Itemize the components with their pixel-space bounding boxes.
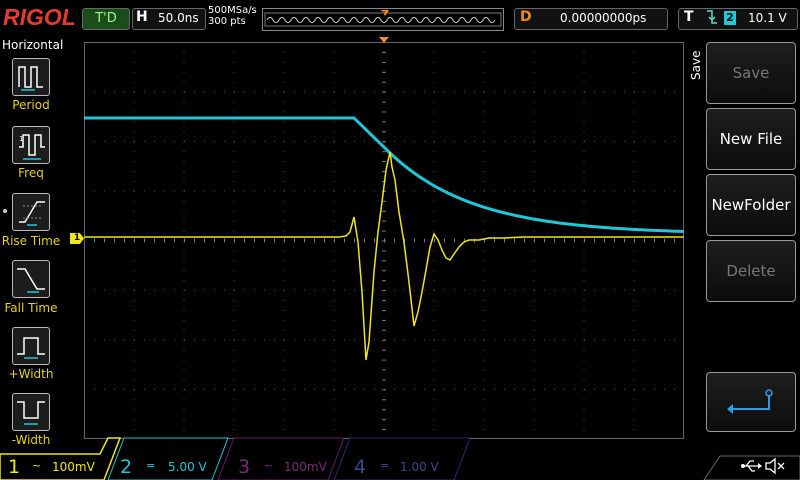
ch3-number[interactable]: 3	[238, 456, 250, 478]
ch1-scale[interactable]: 100mV	[52, 460, 95, 474]
horizontal-letter: H	[136, 9, 148, 25]
ch4-number[interactable]: 4	[354, 456, 366, 478]
delay-value: 0.00000000ps	[560, 11, 647, 25]
fall-time-button[interactable]	[12, 260, 50, 298]
right-menu-title: Save	[689, 50, 703, 80]
pos-width-button[interactable]	[12, 327, 50, 365]
trigger-letter: T	[684, 9, 694, 25]
trigger-status-badge[interactable]: T'D	[82, 8, 130, 30]
usb-icon	[741, 460, 762, 472]
pos-width-icon	[17, 337, 45, 359]
svg-text:1: 1	[19, 135, 23, 143]
memory-depth-bar[interactable]: T	[262, 8, 504, 31]
neg-width-button[interactable]	[12, 393, 50, 431]
ch2-dc-coupling-icon: =	[146, 459, 156, 472]
freq-button[interactable]: 1	[12, 126, 50, 164]
trigger-level: 10.1 V	[748, 11, 787, 25]
rise-time-icon	[19, 201, 45, 226]
new-folder-button[interactable]: NewFolder	[706, 174, 796, 236]
ch3-scale[interactable]: 100mV	[284, 460, 327, 474]
ch4-scale[interactable]: 1.00 V	[400, 460, 439, 474]
waveform-display[interactable]	[84, 42, 684, 439]
ch1-offset-marker[interactable]: 1	[70, 233, 84, 244]
timebase-value: 50.0ns	[158, 11, 199, 25]
freq-label: Freq	[18, 166, 44, 180]
freq-icon: 1	[19, 134, 45, 160]
ch2-number[interactable]: 2	[120, 456, 132, 478]
neg-width-icon	[17, 401, 45, 425]
new-file-button[interactable]: New File	[706, 108, 796, 170]
trigger-position-marker[interactable]	[378, 36, 390, 44]
period-button[interactable]	[12, 58, 50, 96]
speaker-muted-icon[interactable]	[764, 457, 786, 475]
period-label: Period	[12, 98, 50, 112]
left-menu-title: Horizontal	[2, 38, 64, 52]
fall-time-label: Fall Time	[4, 301, 58, 315]
ch3-ac-coupling-icon: ~	[264, 459, 274, 472]
ch1-number[interactable]: 1	[8, 456, 20, 478]
rise-time-label: Rise Time	[1, 234, 61, 248]
ch1-ac-coupling-icon: ~	[32, 459, 42, 472]
period-icon	[18, 66, 43, 91]
svg-text:T: T	[381, 11, 386, 18]
enter-icon	[727, 389, 773, 414]
delete-button[interactable]: Delete	[706, 240, 796, 302]
trigger-source-badge: 2	[724, 11, 736, 25]
ch2-scale[interactable]: 5.00 V	[168, 460, 207, 474]
enter-button[interactable]	[706, 372, 796, 432]
save-button[interactable]: Save	[706, 42, 796, 104]
falling-edge-icon	[704, 8, 720, 30]
sample-rate: 500MSa/s	[208, 5, 257, 16]
rigol-logo: RIGOL	[3, 4, 76, 30]
rise-time-button[interactable]	[12, 193, 50, 231]
sample-rate-info: 500MSa/s 300 pts	[208, 5, 257, 27]
selection-dot	[3, 209, 7, 213]
fall-time-icon	[17, 268, 45, 293]
pos-width-label: +Width	[8, 367, 54, 381]
delay-letter: D	[520, 9, 532, 25]
ch4-dc-coupling-icon: =	[380, 459, 390, 472]
memory-waveform-icon: T	[264, 10, 502, 27]
memory-points: 300 pts	[208, 16, 246, 27]
